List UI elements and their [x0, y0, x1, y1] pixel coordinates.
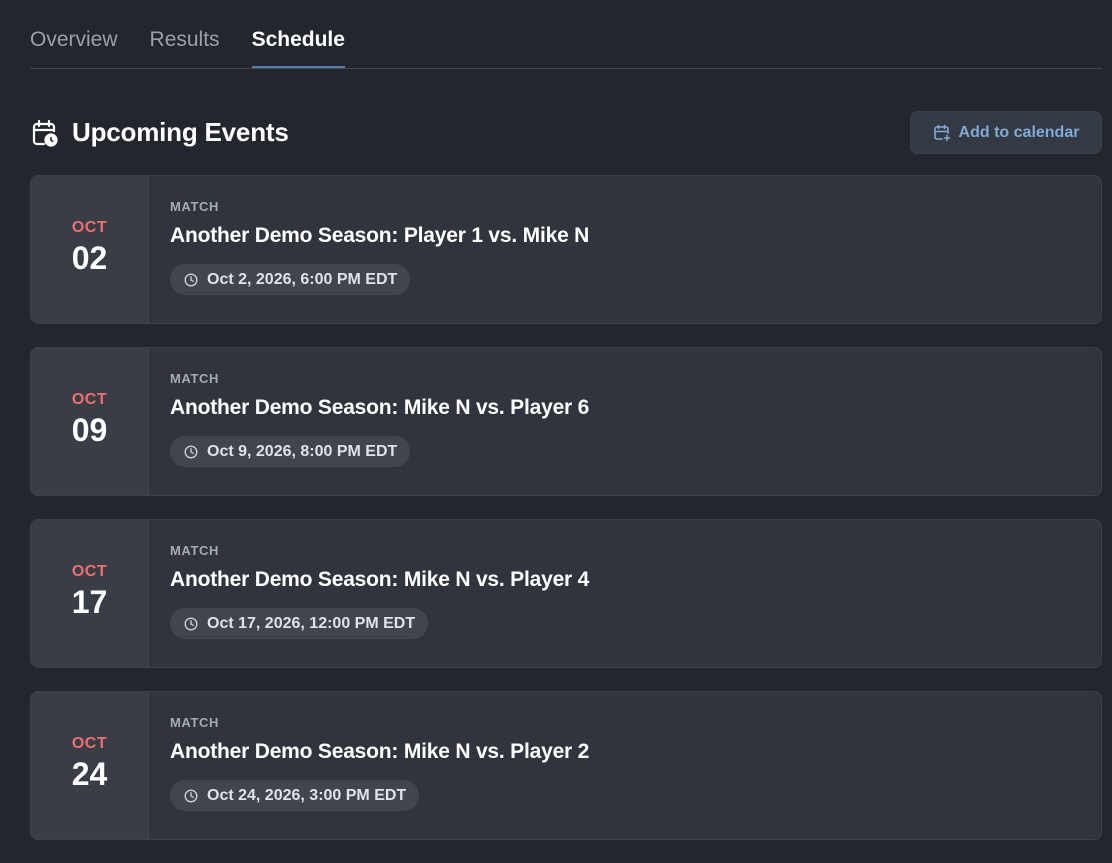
event-day: 02 [71, 239, 108, 276]
event-month: OCT [71, 562, 108, 580]
event-card[interactable]: OCT 02 MATCH Another Demo Season: Player… [30, 175, 1102, 324]
event-date-block: OCT 17 [31, 520, 149, 667]
clock-icon [184, 616, 198, 631]
event-time-badge: Oct 24, 2026, 3:00 PM EDT [170, 780, 420, 811]
event-title: Another Demo Season: Mike N vs. Player 2 [170, 740, 590, 763]
event-card[interactable]: OCT 17 MATCH Another Demo Season: Mike N… [30, 519, 1102, 668]
event-day: 17 [71, 583, 108, 620]
event-time-text: Oct 17, 2026, 12:00 PM EDT [207, 614, 416, 632]
event-day: 09 [71, 411, 108, 448]
clock-icon [184, 444, 198, 459]
tab-results[interactable]: Results [150, 0, 220, 68]
tab-overview[interactable]: Overview [30, 0, 118, 68]
calendar-plus-icon [933, 124, 951, 142]
clock-icon [184, 788, 198, 803]
add-to-calendar-label: Add to calendar [958, 123, 1080, 141]
event-type-label: MATCH [170, 371, 219, 386]
event-time-badge: Oct 9, 2026, 8:00 PM EDT [170, 436, 411, 467]
section-title-group: Upcoming Events [30, 117, 289, 148]
event-title: Another Demo Season: Mike N vs. Player 6 [170, 396, 590, 419]
event-type-label: MATCH [170, 543, 219, 558]
event-card[interactable]: OCT 09 MATCH Another Demo Season: Mike N… [30, 347, 1102, 496]
event-month: OCT [71, 218, 108, 236]
tab-bar: Overview Results Schedule [30, 0, 1102, 69]
event-title: Another Demo Season: Player 1 vs. Mike N [170, 224, 590, 247]
event-time-text: Oct 9, 2026, 8:00 PM EDT [207, 442, 398, 460]
event-details: MATCH Another Demo Season: Player 1 vs. … [149, 176, 1101, 323]
event-details: MATCH Another Demo Season: Mike N vs. Pl… [149, 692, 1101, 839]
event-month: OCT [71, 390, 108, 408]
event-list: OCT 02 MATCH Another Demo Season: Player… [30, 175, 1102, 863]
event-type-label: MATCH [170, 715, 219, 730]
upcoming-events-header: Upcoming Events Add to calendar [30, 111, 1102, 155]
event-day: 24 [71, 755, 108, 792]
event-card[interactable]: OCT 24 MATCH Another Demo Season: Mike N… [30, 691, 1102, 840]
event-time-badge: Oct 17, 2026, 12:00 PM EDT [170, 608, 429, 639]
clock-icon [184, 272, 198, 287]
event-time-text: Oct 2, 2026, 6:00 PM EDT [207, 270, 398, 288]
event-time-badge: Oct 2, 2026, 6:00 PM EDT [170, 264, 411, 295]
event-details: MATCH Another Demo Season: Mike N vs. Pl… [149, 520, 1101, 667]
event-date-block: OCT 24 [31, 692, 149, 839]
event-month: OCT [71, 734, 108, 752]
schedule-page: Overview Results Schedule Upcoming Event… [30, 0, 1102, 840]
add-to-calendar-button[interactable]: Add to calendar [910, 111, 1102, 154]
tab-schedule[interactable]: Schedule [251, 0, 346, 68]
event-date-block: OCT 09 [31, 348, 149, 495]
event-type-label: MATCH [170, 199, 219, 214]
calendar-clock-icon [30, 118, 60, 148]
event-date-block: OCT 02 [31, 176, 149, 323]
event-details: MATCH Another Demo Season: Mike N vs. Pl… [149, 348, 1101, 495]
event-title: Another Demo Season: Mike N vs. Player 4 [170, 568, 590, 591]
section-title: Upcoming Events [72, 117, 289, 147]
event-time-text: Oct 24, 2026, 3:00 PM EDT [207, 786, 407, 804]
